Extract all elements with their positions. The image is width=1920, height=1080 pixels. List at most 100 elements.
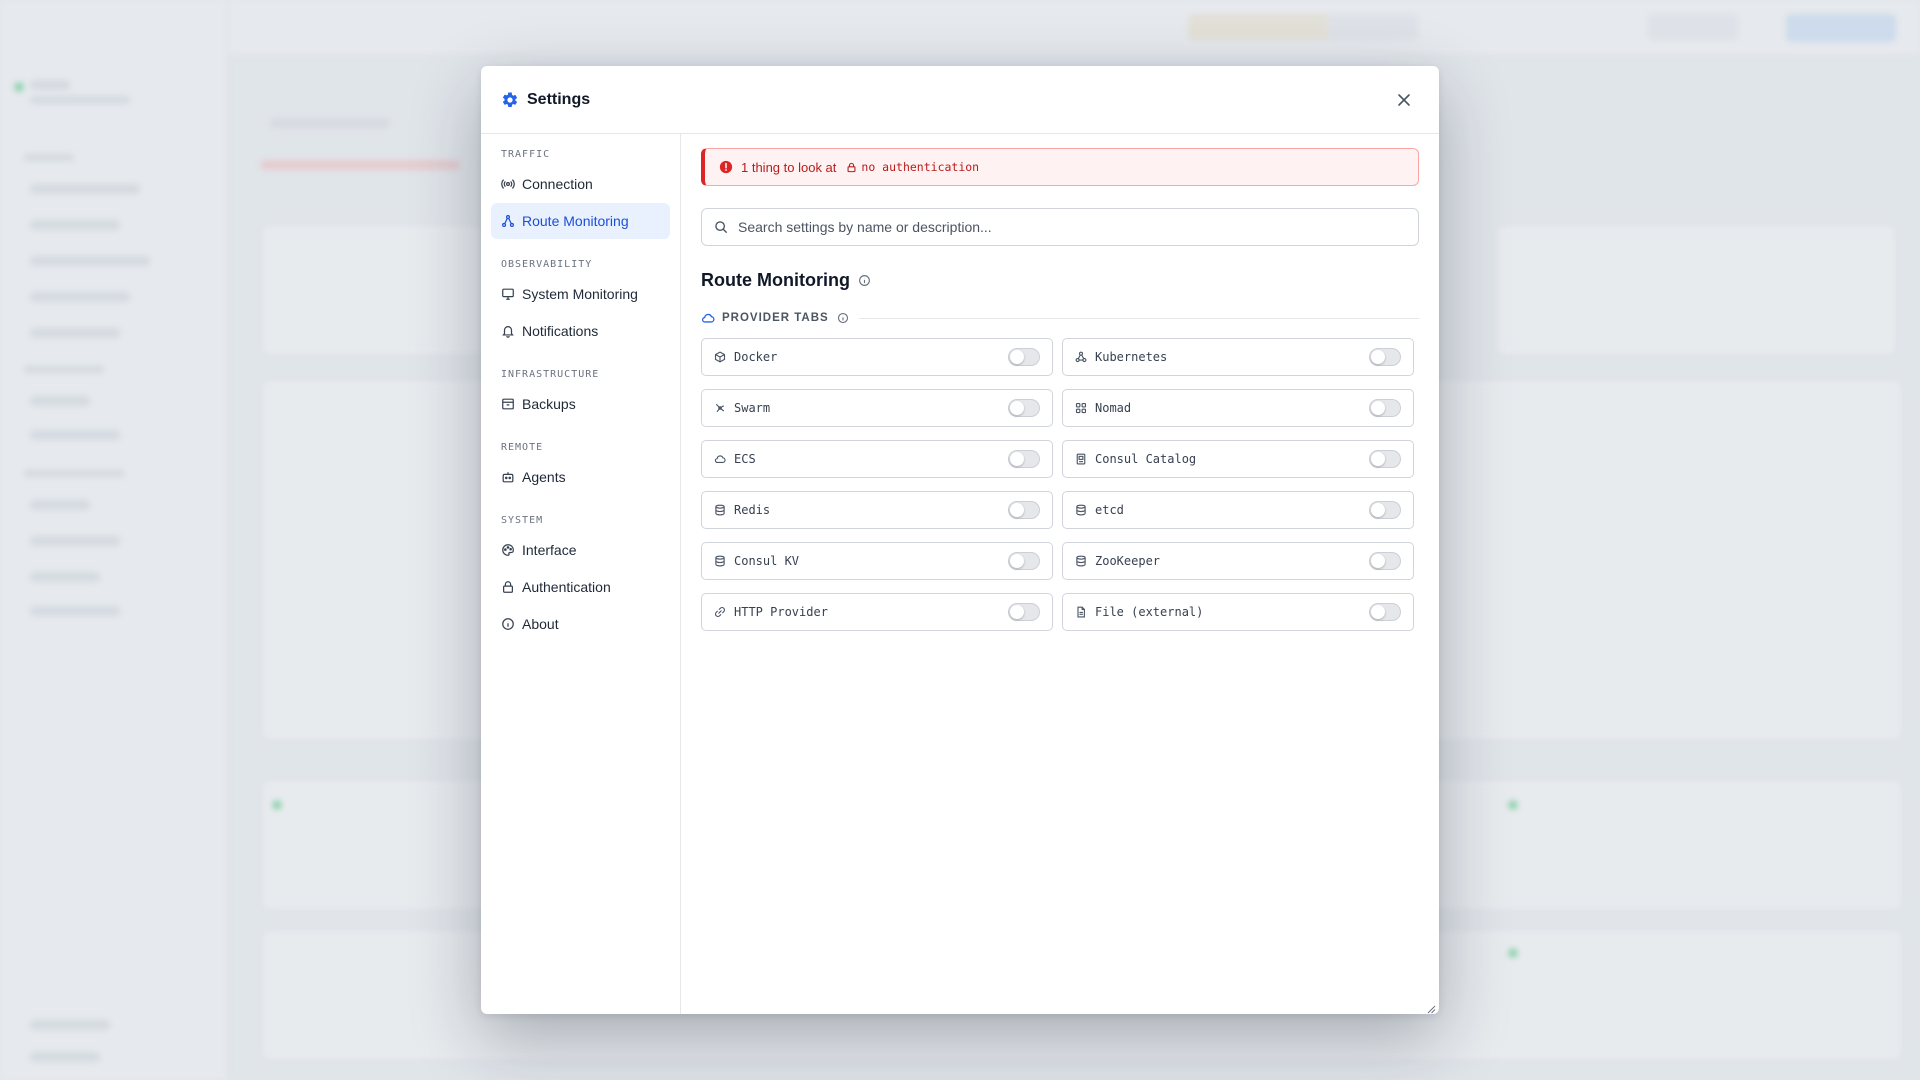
provider-grid: Docker Kubernetes Swarm Nomad ECS Consul… xyxy=(701,338,1419,631)
nav-section-infrastructure: INFRASTRUCTURE xyxy=(501,369,600,380)
nav-item-about[interactable]: About xyxy=(491,606,670,642)
toggle-switch[interactable] xyxy=(1008,603,1040,621)
toggle-switch[interactable] xyxy=(1369,450,1401,468)
provider-label: Redis xyxy=(734,503,771,517)
divider xyxy=(858,317,1419,319)
resize-handle[interactable] xyxy=(1426,1001,1436,1014)
provider-tile-http-provider[interactable]: HTTP Provider xyxy=(701,593,1053,631)
cloud-icon xyxy=(701,311,715,325)
nav-section-system: SYSTEM xyxy=(501,515,544,526)
nav-item-label: System Monitoring xyxy=(522,286,638,302)
alert-circle-icon xyxy=(719,160,733,174)
settings-nav: TRAFFIC Connection Route Monitoring OBSE… xyxy=(481,134,681,1014)
provider-tile-file-external[interactable]: File (external) xyxy=(1062,593,1414,631)
provider-tile-swarm[interactable]: Swarm xyxy=(701,389,1053,427)
section-title-text: Route Monitoring xyxy=(701,269,850,290)
provider-tile-consul-catalog[interactable]: Consul Catalog xyxy=(1062,440,1414,478)
database-icon xyxy=(1075,555,1087,567)
provider-label: HTTP Provider xyxy=(734,605,828,619)
nav-item-route-monitoring[interactable]: Route Monitoring xyxy=(491,203,670,239)
provider-label: Consul KV xyxy=(734,554,800,568)
nav-item-label: Agents xyxy=(522,469,566,485)
nav-item-label: Route Monitoring xyxy=(522,213,629,229)
database-icon xyxy=(714,555,726,567)
close-icon xyxy=(1398,94,1410,106)
nav-item-system-monitoring[interactable]: System Monitoring xyxy=(491,276,670,312)
toggle-switch[interactable] xyxy=(1008,348,1040,366)
nav-item-label: Notifications xyxy=(522,323,599,339)
settings-search[interactable] xyxy=(701,208,1419,246)
grid-icon xyxy=(1075,402,1087,414)
info-icon xyxy=(501,617,515,631)
close-button[interactable] xyxy=(1393,89,1415,111)
alert-text: 1 thing to look at xyxy=(741,159,837,175)
nav-item-notifications[interactable]: Notifications xyxy=(491,313,670,349)
alert-tag[interactable]: no authentication xyxy=(846,160,979,174)
nav-item-agents[interactable]: Agents xyxy=(491,459,670,495)
nav-item-label: Backups xyxy=(522,396,576,412)
provider-tile-docker[interactable]: Docker xyxy=(701,338,1053,376)
section-title: Route Monitoring xyxy=(701,268,1419,292)
cloud-icon xyxy=(714,453,726,465)
search-icon xyxy=(714,220,728,234)
nav-item-label: About xyxy=(522,616,559,632)
provider-label: ZooKeeper xyxy=(1095,554,1161,568)
settings-content: 1 thing to look at no authentication Rou… xyxy=(681,134,1439,1014)
info-icon[interactable] xyxy=(858,274,871,287)
toggle-switch[interactable] xyxy=(1369,501,1401,519)
provider-label: Kubernetes xyxy=(1095,350,1168,364)
toggle-switch[interactable] xyxy=(1008,399,1040,417)
nav-item-interface[interactable]: Interface xyxy=(491,532,670,568)
provider-tile-zookeeper[interactable]: ZooKeeper xyxy=(1062,542,1414,580)
search-input[interactable] xyxy=(738,219,1338,235)
database-icon xyxy=(714,504,726,516)
archive-icon xyxy=(501,397,515,411)
provider-tile-ecs[interactable]: ECS xyxy=(701,440,1053,478)
swarm-icon xyxy=(714,402,726,414)
provider-tile-redis[interactable]: Redis xyxy=(701,491,1053,529)
toggle-switch[interactable] xyxy=(1008,501,1040,519)
nav-section-remote: REMOTE xyxy=(501,442,544,453)
provider-label: etcd xyxy=(1095,503,1124,517)
nav-item-connection[interactable]: Connection xyxy=(491,166,670,202)
palette-icon xyxy=(501,543,515,557)
group-label: PROVIDER TABS xyxy=(722,312,829,324)
lock-icon xyxy=(846,162,857,173)
alert-tag-label: no authentication xyxy=(861,160,980,174)
settings-modal: Settings TRAFFIC Connection Route Monito… xyxy=(481,66,1439,1014)
provider-label: Nomad xyxy=(1095,401,1132,415)
box-icon xyxy=(714,351,726,363)
modal-title: Settings xyxy=(527,90,591,108)
warning-alert[interactable]: 1 thing to look at no authentication xyxy=(701,148,1419,186)
route-icon xyxy=(501,214,515,228)
antenna-icon xyxy=(501,177,515,191)
toggle-switch[interactable] xyxy=(1008,450,1040,468)
nav-item-label: Authentication xyxy=(522,579,611,595)
toggle-switch[interactable] xyxy=(1008,552,1040,570)
nav-item-authentication[interactable]: Authentication xyxy=(491,569,670,605)
toggle-switch[interactable] xyxy=(1369,603,1401,621)
toggle-switch[interactable] xyxy=(1369,399,1401,417)
provider-label: Swarm xyxy=(734,401,771,415)
toggle-switch[interactable] xyxy=(1369,552,1401,570)
nav-item-backups[interactable]: Backups xyxy=(491,386,670,422)
nav-item-label: Connection xyxy=(522,176,593,192)
provider-tabs-header: PROVIDER TABS xyxy=(701,308,1419,328)
file-icon xyxy=(1075,606,1087,618)
provider-tile-nomad[interactable]: Nomad xyxy=(1062,389,1414,427)
modal-header: Settings xyxy=(481,66,1439,134)
monitor-icon xyxy=(501,287,515,301)
link-icon xyxy=(714,606,726,618)
provider-tile-consul-kv[interactable]: Consul KV xyxy=(701,542,1053,580)
modal-body: TRAFFIC Connection Route Monitoring OBSE… xyxy=(481,134,1439,1014)
info-icon[interactable] xyxy=(837,312,849,324)
provider-label: Docker xyxy=(734,350,778,364)
toggle-switch[interactable] xyxy=(1369,348,1401,366)
provider-tile-kubernetes[interactable]: Kubernetes xyxy=(1062,338,1414,376)
gear-icon xyxy=(501,91,519,109)
provider-label: ECS xyxy=(734,452,756,466)
lock-icon xyxy=(501,580,515,594)
network-icon xyxy=(1075,351,1087,363)
provider-tile-etcd[interactable]: etcd xyxy=(1062,491,1414,529)
database-icon xyxy=(1075,504,1087,516)
